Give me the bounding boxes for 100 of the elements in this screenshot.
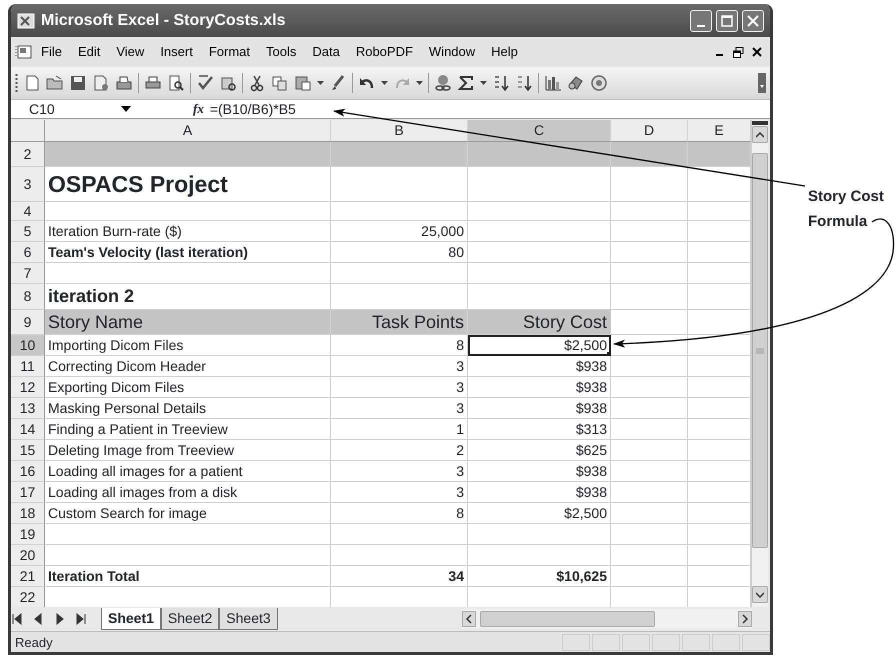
maximize-icon <box>721 14 733 26</box>
row-header[interactable]: 16 <box>11 461 45 482</box>
table-cell: 34 <box>331 566 468 587</box>
menu-item[interactable]: View <box>108 40 152 64</box>
row-header[interactable]: 10 <box>11 335 45 356</box>
scroll-left-button[interactable] <box>462 611 476 627</box>
menu-item[interactable]: Window <box>420 40 484 64</box>
minimize-button[interactable] <box>690 10 712 32</box>
row-header[interactable]: 5 <box>11 221 45 242</box>
workbook-icon[interactable] <box>15 44 33 60</box>
status-panel <box>652 634 680 651</box>
status-panel <box>712 634 740 651</box>
row-header[interactable]: 6 <box>11 242 45 263</box>
row-header[interactable]: 11 <box>11 356 45 377</box>
caret-icon[interactable] <box>480 81 487 85</box>
table-cell: Custom Search for image <box>45 503 331 524</box>
row-header[interactable]: 13 <box>11 398 45 419</box>
print-preview-icon[interactable] <box>167 74 185 92</box>
grip-icon[interactable] <box>15 73 18 93</box>
menu-item[interactable]: Format <box>200 40 258 64</box>
menu-item[interactable]: Edit <box>70 40 108 64</box>
menu-item[interactable]: Insert <box>152 40 201 64</box>
row-header[interactable]: 7 <box>11 263 45 284</box>
sheet-tab[interactable]: Sheet2 <box>160 608 220 630</box>
sum-icon[interactable] <box>457 74 475 92</box>
horizontal-scrollbar[interactable] <box>462 609 752 629</box>
sort-ascending-icon[interactable] <box>492 74 510 92</box>
close-button[interactable] <box>742 10 764 32</box>
close-icon[interactable] <box>752 47 762 57</box>
grip-icon <box>756 348 764 354</box>
table-cell: $313 <box>468 419 611 440</box>
scroll-thumb[interactable] <box>480 611 655 627</box>
row-header[interactable]: 21 <box>11 566 45 587</box>
table-cell: 3 <box>331 482 468 503</box>
sheet-tab[interactable]: Sheet1 <box>101 608 161 630</box>
formula-field[interactable]: =(B10/B6)*B5 <box>210 98 296 120</box>
row-header[interactable]: 15 <box>11 440 45 461</box>
scroll-thumb[interactable] <box>752 153 768 548</box>
scroll-down-button[interactable] <box>752 586 768 603</box>
toolbar-options-icon[interactable] <box>758 73 766 93</box>
vertical-scrollbar[interactable] <box>751 120 768 607</box>
help-icon[interactable] <box>590 74 608 92</box>
column-header[interactable]: E <box>688 120 751 142</box>
scroll-up-button[interactable] <box>752 126 768 143</box>
caret-icon[interactable] <box>317 81 324 85</box>
paste-icon[interactable] <box>294 74 312 92</box>
caret-icon[interactable] <box>416 81 423 85</box>
open-folder-icon[interactable] <box>46 74 64 92</box>
table-cell: $2,500 <box>468 335 611 356</box>
name-box[interactable]: C10 <box>11 100 121 118</box>
row-header[interactable]: 22 <box>11 587 45 607</box>
row-header[interactable]: 2 <box>11 142 45 167</box>
minimize-icon <box>697 24 705 26</box>
maximize-button[interactable] <box>716 10 738 32</box>
row-header[interactable]: 4 <box>11 202 45 221</box>
row-header[interactable]: 8 <box>11 284 45 310</box>
status-panel <box>562 634 590 651</box>
hyperlink-icon[interactable] <box>434 74 452 92</box>
table-cell: 25,000 <box>331 221 468 242</box>
brush-icon[interactable] <box>329 74 347 92</box>
sort-descending-icon[interactable] <box>515 74 533 92</box>
column-header[interactable]: A <box>45 120 331 142</box>
scroll-right-button[interactable] <box>738 611 752 627</box>
menu-item[interactable]: File <box>33 40 70 64</box>
status-panel <box>742 634 770 651</box>
menu-item[interactable]: Tools <box>258 40 304 64</box>
row-header[interactable]: 17 <box>11 482 45 503</box>
copy-icon[interactable] <box>271 74 289 92</box>
row-header[interactable]: 18 <box>11 503 45 524</box>
row-header[interactable]: 19 <box>11 524 45 545</box>
spelling-check-icon[interactable] <box>196 74 214 92</box>
chart-icon[interactable] <box>544 74 562 92</box>
column-header[interactable]: C <box>468 120 611 142</box>
menu-item[interactable]: Help <box>483 40 526 64</box>
function-label[interactable]: fx <box>193 99 204 119</box>
row-header[interactable]: 20 <box>11 545 45 566</box>
column-header[interactable]: B <box>331 120 468 142</box>
drawing-icon[interactable] <box>567 74 585 92</box>
menu-item[interactable]: Data <box>304 40 348 64</box>
table-cell: $2,500 <box>468 503 611 524</box>
table-cell: $938 <box>468 377 611 398</box>
table-cell: 3 <box>331 356 468 377</box>
menu-item[interactable]: RoboPDF <box>348 40 421 64</box>
row-header[interactable]: 9 <box>11 310 45 335</box>
restore-icon[interactable] <box>733 46 744 58</box>
table-cell: Deleting Image from Treeview <box>45 440 331 461</box>
dropdown-icon[interactable] <box>121 106 131 112</box>
row-header[interactable]: 12 <box>11 377 45 398</box>
status-panel <box>682 634 710 651</box>
caret-icon[interactable] <box>381 81 388 85</box>
table-cell: Loading all images from a disk <box>45 482 331 503</box>
status-panel <box>592 634 620 651</box>
row-header[interactable]: 3 <box>11 167 45 202</box>
row-header[interactable]: 14 <box>11 419 45 440</box>
column-header[interactable]: D <box>611 120 688 142</box>
sheet-tab[interactable]: Sheet3 <box>219 608 278 630</box>
cut-icon[interactable] <box>248 74 266 92</box>
document-icon[interactable] <box>92 74 110 92</box>
save-icon[interactable] <box>69 74 87 92</box>
printer-icon[interactable] <box>115 74 133 92</box>
